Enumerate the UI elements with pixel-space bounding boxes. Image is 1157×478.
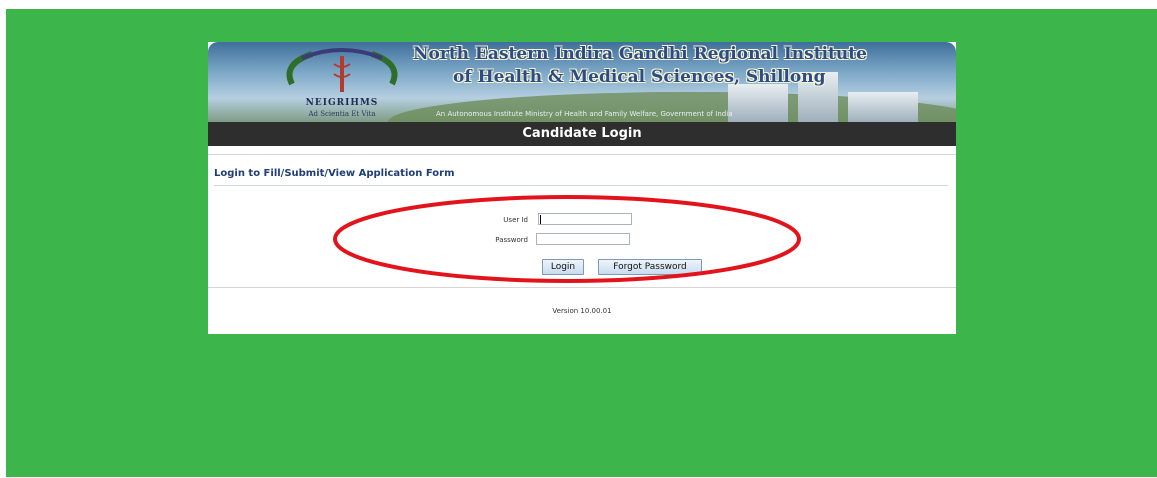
banner-building xyxy=(728,84,788,122)
version-text: Version 10.00.01 xyxy=(552,307,612,315)
institute-title-line2: of Health & Medical Sciences, Shillong xyxy=(453,67,826,87)
institute-title-line1: North Eastern Indira Gandhi Regional Ins… xyxy=(413,44,867,64)
annotation-ellipse xyxy=(333,195,801,283)
institute-logo: NEIGRIHMS Ad Scientia Et Vita xyxy=(262,44,422,122)
heading-divider xyxy=(214,185,948,186)
institute-subtitle: An Autonomous Institute Ministry of Heal… xyxy=(436,110,733,118)
page-title: Candidate Login xyxy=(208,122,956,146)
banner-building xyxy=(848,92,918,122)
form-heading: Login to Fill/Submit/View Application Fo… xyxy=(214,168,455,179)
green-background: NEIGRIHMS Ad Scientia Et Vita North East… xyxy=(6,9,1157,477)
login-panel: NEIGRIHMS Ad Scientia Et Vita North East… xyxy=(208,42,956,334)
institute-banner: NEIGRIHMS Ad Scientia Et Vita North East… xyxy=(208,42,956,122)
logo-name: NEIGRIHMS xyxy=(305,98,379,108)
caduceus-emblem-icon xyxy=(286,48,398,92)
logo-motto: Ad Scientia Et Vita xyxy=(308,110,376,118)
